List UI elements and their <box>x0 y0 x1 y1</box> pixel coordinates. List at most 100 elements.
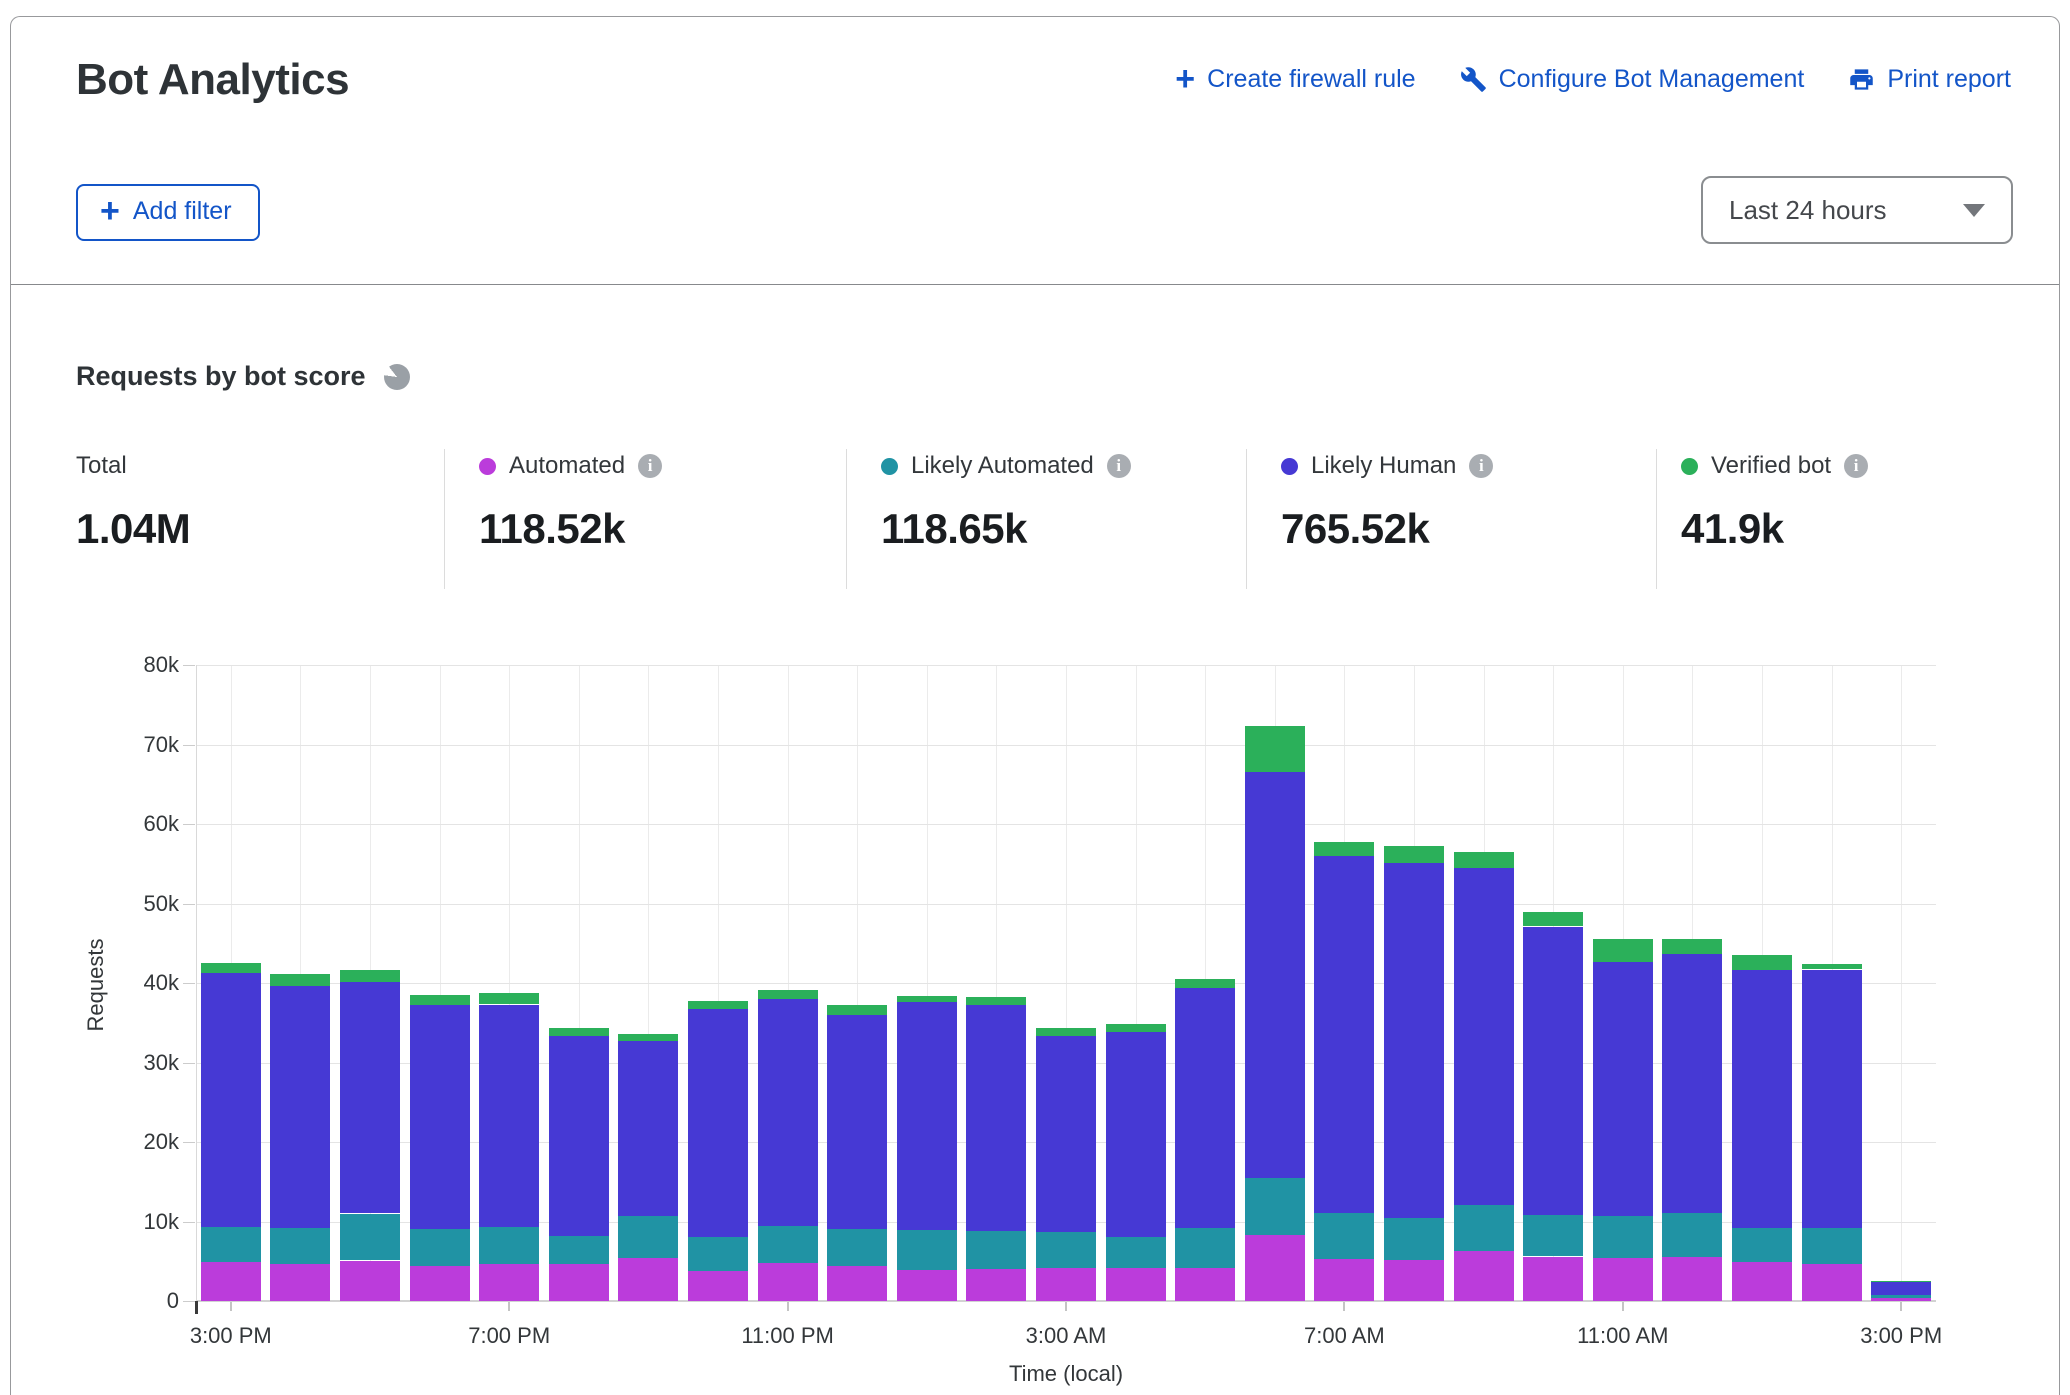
bar-segment-likely-automated[interactable] <box>1175 1228 1235 1268</box>
bar-segment-automated[interactable] <box>1593 1258 1653 1301</box>
bar-segment-automated[interactable] <box>758 1263 818 1301</box>
bar-segment-likely-automated[interactable] <box>1384 1218 1444 1260</box>
info-icon[interactable]: i <box>1469 454 1493 478</box>
bar-segment-likely-automated[interactable] <box>410 1229 470 1266</box>
bar-segment-automated[interactable] <box>1871 1298 1931 1301</box>
info-icon[interactable]: i <box>1844 454 1868 478</box>
bar-segment-likely-human[interactable] <box>410 1005 470 1228</box>
bar-segment-likely-automated[interactable] <box>1871 1295 1931 1297</box>
create-firewall-rule-link[interactable]: + Create firewall rule <box>1175 65 1415 94</box>
bar-segment-verified-bot[interactable] <box>827 1005 887 1015</box>
bar-segment-likely-human[interactable] <box>1593 962 1653 1216</box>
bar-segment-likely-human[interactable] <box>1454 868 1514 1205</box>
bar-segment-likely-automated[interactable] <box>1314 1213 1374 1259</box>
configure-bot-management-link[interactable]: Configure Bot Management <box>1460 65 1805 94</box>
info-icon[interactable]: i <box>638 454 662 478</box>
bar-segment-verified-bot[interactable] <box>1106 1024 1166 1032</box>
add-filter-button[interactable]: + Add filter <box>76 184 260 241</box>
bar-segment-likely-human[interactable] <box>827 1015 887 1229</box>
bar-segment-likely-automated[interactable] <box>270 1228 330 1265</box>
bar-segment-automated[interactable] <box>897 1270 957 1301</box>
bar-segment-automated[interactable] <box>1732 1262 1792 1301</box>
bar-segment-likely-automated[interactable] <box>1593 1216 1653 1258</box>
bar-segment-likely-human[interactable] <box>340 982 400 1213</box>
bar-segment-automated[interactable] <box>1036 1268 1096 1301</box>
bar-segment-verified-bot[interactable] <box>688 1001 748 1009</box>
bar-segment-likely-human[interactable] <box>1036 1036 1096 1232</box>
bar-segment-likely-automated[interactable] <box>618 1216 678 1258</box>
bar-segment-likely-automated[interactable] <box>1106 1237 1166 1268</box>
print-report-link[interactable]: Print report <box>1848 65 2011 94</box>
bar-segment-verified-bot[interactable] <box>1454 852 1514 868</box>
bar-segment-likely-human[interactable] <box>618 1041 678 1216</box>
bar-segment-automated[interactable] <box>410 1266 470 1301</box>
bar-segment-verified-bot[interactable] <box>201 963 261 973</box>
bar-segment-likely-automated[interactable] <box>1523 1215 1583 1256</box>
bar-segment-verified-bot[interactable] <box>897 996 957 1002</box>
bar-segment-verified-bot[interactable] <box>1245 726 1305 772</box>
bar-segment-verified-bot[interactable] <box>1871 1281 1931 1282</box>
bar-segment-likely-automated[interactable] <box>758 1226 818 1263</box>
bar-segment-likely-human[interactable] <box>201 973 261 1227</box>
bar-segment-automated[interactable] <box>966 1269 1026 1301</box>
bar-segment-verified-bot[interactable] <box>966 997 1026 1005</box>
bar-segment-likely-automated[interactable] <box>549 1236 609 1265</box>
bar-segment-automated[interactable] <box>1454 1251 1514 1301</box>
bar-segment-automated[interactable] <box>1245 1235 1305 1301</box>
bar-segment-verified-bot[interactable] <box>1384 846 1444 863</box>
bar-segment-verified-bot[interactable] <box>549 1028 609 1036</box>
bar-segment-likely-automated[interactable] <box>1662 1213 1722 1258</box>
bar-segment-likely-automated[interactable] <box>1245 1178 1305 1235</box>
bar-segment-likely-human[interactable] <box>1732 970 1792 1228</box>
bar-segment-automated[interactable] <box>1384 1260 1444 1301</box>
bar-segment-likely-human[interactable] <box>897 1002 957 1230</box>
bar-segment-likely-automated[interactable] <box>201 1227 261 1262</box>
bar-segment-likely-automated[interactable] <box>1036 1232 1096 1268</box>
bar-segment-likely-human[interactable] <box>688 1009 748 1237</box>
bar-segment-likely-human[interactable] <box>758 999 818 1226</box>
bar-segment-automated[interactable] <box>340 1261 400 1302</box>
bar-segment-likely-human[interactable] <box>1871 1282 1931 1296</box>
info-icon[interactable]: i <box>1107 454 1131 478</box>
bar-segment-verified-bot[interactable] <box>1802 964 1862 970</box>
bar-segment-automated[interactable] <box>201 1262 261 1301</box>
bar-segment-automated[interactable] <box>549 1264 609 1301</box>
bar-segment-likely-human[interactable] <box>1802 970 1862 1228</box>
bar-segment-likely-human[interactable] <box>1175 988 1235 1228</box>
bar-segment-likely-human[interactable] <box>1106 1032 1166 1237</box>
bar-segment-verified-bot[interactable] <box>479 993 539 1004</box>
bar-segment-likely-automated[interactable] <box>479 1227 539 1264</box>
bar-segment-automated[interactable] <box>1175 1268 1235 1301</box>
bar-segment-likely-automated[interactable] <box>688 1237 748 1270</box>
bar-segment-likely-human[interactable] <box>1314 856 1374 1213</box>
bar-segment-likely-human[interactable] <box>479 1005 539 1228</box>
bar-segment-verified-bot[interactable] <box>340 970 400 983</box>
bar-segment-likely-human[interactable] <box>1384 863 1444 1218</box>
bar-segment-likely-human[interactable] <box>1245 772 1305 1177</box>
bar-segment-likely-human[interactable] <box>1662 954 1722 1213</box>
bar-segment-automated[interactable] <box>618 1258 678 1301</box>
bar-segment-automated[interactable] <box>688 1271 748 1301</box>
bar-segment-verified-bot[interactable] <box>758 990 818 999</box>
bar-segment-automated[interactable] <box>1523 1257 1583 1302</box>
bar-segment-automated[interactable] <box>1662 1257 1722 1301</box>
bar-segment-verified-bot[interactable] <box>1593 939 1653 963</box>
bar-segment-likely-automated[interactable] <box>827 1229 887 1266</box>
bar-segment-likely-automated[interactable] <box>340 1214 400 1261</box>
bar-segment-verified-bot[interactable] <box>1523 912 1583 926</box>
bar-segment-verified-bot[interactable] <box>270 974 330 986</box>
bar-segment-likely-human[interactable] <box>1523 927 1583 1216</box>
bar-segment-verified-bot[interactable] <box>1732 955 1792 970</box>
bar-segment-automated[interactable] <box>1314 1259 1374 1301</box>
bar-segment-verified-bot[interactable] <box>1036 1028 1096 1037</box>
bar-segment-verified-bot[interactable] <box>410 995 470 1005</box>
time-range-select[interactable]: Last 24 hours <box>1701 176 2013 244</box>
bar-segment-verified-bot[interactable] <box>1175 979 1235 988</box>
bar-segment-automated[interactable] <box>270 1264 330 1301</box>
bar-segment-likely-automated[interactable] <box>897 1230 957 1270</box>
bar-segment-likely-automated[interactable] <box>1802 1228 1862 1265</box>
bar-segment-likely-automated[interactable] <box>1732 1228 1792 1262</box>
bar-segment-likely-human[interactable] <box>549 1036 609 1236</box>
bar-segment-likely-automated[interactable] <box>966 1231 1026 1269</box>
bar-segment-verified-bot[interactable] <box>618 1034 678 1041</box>
